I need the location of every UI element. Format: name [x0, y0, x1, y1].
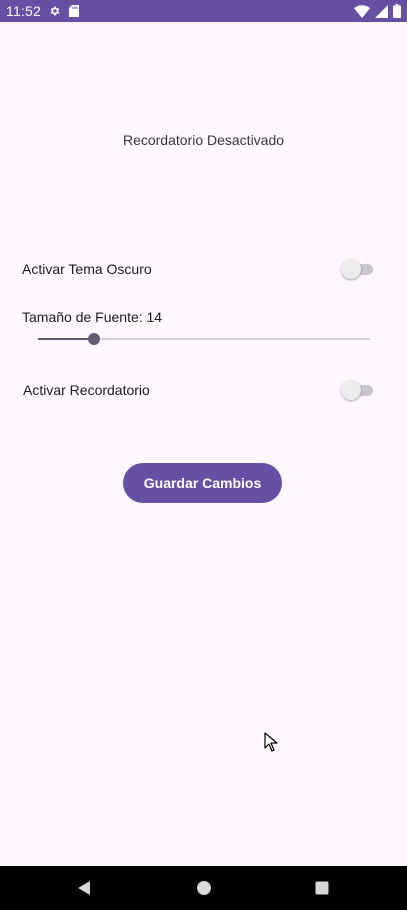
battery-icon — [393, 4, 401, 18]
font-size-slider-thumb[interactable] — [88, 333, 100, 345]
save-button[interactable]: Guardar Cambios — [123, 463, 282, 503]
reminder-switch-thumb — [341, 380, 361, 400]
wifi-icon — [354, 4, 370, 18]
back-icon[interactable] — [76, 880, 92, 896]
home-icon[interactable] — [196, 880, 212, 896]
reminder-label: Activar Recordatorio — [23, 382, 150, 398]
gear-icon — [49, 5, 61, 17]
status-bar: 11:52 — [0, 0, 407, 22]
sd-card-icon — [69, 5, 79, 17]
status-right — [354, 4, 401, 18]
recents-icon[interactable] — [314, 880, 330, 896]
signal-icon — [375, 4, 388, 18]
dark-theme-switch-thumb — [341, 259, 361, 279]
status-left: 11:52 — [6, 3, 79, 19]
reminder-status-text: Recordatorio Desactivado — [122, 132, 285, 148]
reminder-switch[interactable] — [341, 379, 375, 401]
mouse-cursor-icon — [264, 732, 278, 752]
dark-theme-label: Activar Tema Oscuro — [22, 261, 152, 277]
navigation-bar — [0, 866, 407, 910]
font-size-label: Tamaño de Fuente: 14 — [22, 309, 163, 325]
font-size-slider[interactable] — [38, 330, 370, 348]
font-size-slider-fill — [38, 338, 94, 340]
status-time: 11:52 — [6, 3, 41, 19]
dark-theme-switch[interactable] — [341, 258, 375, 280]
